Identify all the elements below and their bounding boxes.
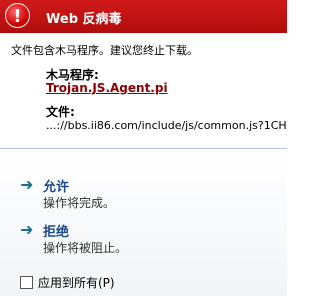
title-bar: ! Web 反病毒 — [0, 0, 287, 33]
file-path: ...://bbs.ii86.com/include/js/common.js?… — [46, 119, 286, 132]
allow-title: 允许 — [43, 180, 70, 195]
deny-title: 拒绝 — [43, 225, 70, 240]
deny-action[interactable]: ➜ 拒绝 操作将被阻止。 — [20, 220, 270, 256]
warning-icon: ! — [5, 3, 30, 28]
apply-all-checkbox[interactable] — [20, 276, 33, 289]
trojan-name-link[interactable]: Trojan.JS.Agent.pi — [46, 81, 168, 95]
allow-action[interactable]: ➜ 允许 操作将完成。 — [20, 175, 270, 211]
alert-panel: 文件包含木马程序。建议您终止下载。 木马程序: Trojan.JS.Agent.… — [0, 33, 287, 148]
window-title: Web 反病毒 — [46, 12, 122, 27]
actions-panel: ➜ 允许 操作将完成。 ➜ 拒绝 操作将被阻止。 应用到所有(P) — [0, 149, 287, 296]
allow-description: 操作将完成。 — [43, 196, 116, 210]
apply-all-label[interactable]: 应用到所有(P) — [38, 274, 115, 291]
arrow-right-icon: ➜ — [20, 220, 34, 239]
arrow-right-icon: ➜ — [20, 175, 34, 194]
deny-description: 操作将被阻止。 — [43, 241, 128, 255]
file-label: 文件: — [46, 105, 75, 119]
alert-message: 文件包含木马程序。建议您终止下载。 — [11, 44, 198, 57]
